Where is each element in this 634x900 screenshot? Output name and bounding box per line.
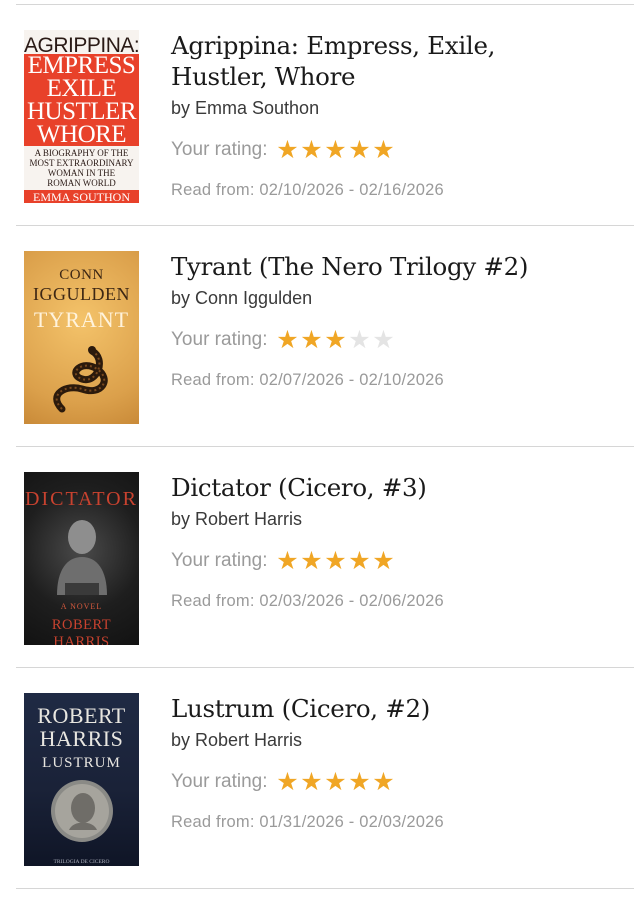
star-filled-icon[interactable]: ★ <box>275 769 299 795</box>
read-dates: Read from: 02/10/2026 - 02/16/2026 <box>171 181 444 199</box>
cover-author-first: CONN <box>59 267 104 283</box>
book-info: Agrippina: Empress, Exile, Hustler, Whor… <box>171 30 621 200</box>
star-filled-icon[interactable]: ★ <box>275 548 299 574</box>
rating-label: Your rating: <box>171 771 268 792</box>
cover-author-last: HARRIS <box>39 726 124 751</box>
star-filled-icon[interactable]: ★ <box>275 327 299 353</box>
bust-icon <box>24 515 139 600</box>
cover-subtitle: A BIOGRAPHY OF THE MOST EXTRAORDINARY WO… <box>24 146 139 190</box>
read-dates: Read from: 02/07/2026 - 02/10/2026 <box>171 371 444 389</box>
read-dates: Read from: 01/31/2026 - 02/03/2026 <box>171 813 444 831</box>
rating-row: Your rating: ★★★★★ <box>171 547 621 575</box>
book-cover-tyrant[interactable]: CONN IGGULDEN TYRANT <box>24 251 139 424</box>
cover-line: EMPRESS <box>27 52 136 79</box>
book-info: Tyrant (The Nero Trilogy #2) by Conn Igg… <box>171 251 621 390</box>
read-dates: Read from: 02/03/2026 - 02/06/2026 <box>171 592 444 610</box>
star-filled-icon[interactable]: ★ <box>299 769 323 795</box>
book-info: Lustrum (Cicero, #2) by Robert Harris Yo… <box>171 693 621 832</box>
book-title-line: Lustrum (Cicero, #2) <box>171 694 431 723</box>
book-title[interactable]: Dictator (Cicero, #3) <box>171 472 621 503</box>
cover-title: TYRANT <box>33 307 130 332</box>
cover-line: HUSTLER <box>27 98 137 125</box>
book-row[interactable]: CONN IGGULDEN TYRANT Tyrant (The Nero Tr… <box>0 226 634 447</box>
book-info: Dictator (Cicero, #3) by Robert Harris Y… <box>171 472 621 611</box>
star-rating[interactable]: ★★★★★ <box>275 327 395 353</box>
star-filled-icon[interactable]: ★ <box>347 137 371 163</box>
cover-author: ROBERT HARRIS <box>51 617 112 645</box>
star-empty-icon[interactable]: ★ <box>347 327 371 353</box>
book-title[interactable]: Tyrant (The Nero Trilogy #2) <box>171 251 621 282</box>
cover-title: LUSTRUM <box>42 755 121 771</box>
star-filled-icon[interactable]: ★ <box>323 769 347 795</box>
star-filled-icon[interactable]: ★ <box>323 137 347 163</box>
cover-subtitle-line: ROMAN WORLD <box>47 178 116 188</box>
cover-author-last: IGGULDEN <box>33 284 130 304</box>
book-cover-lustrum[interactable]: ROBERT HARRIS LUSTRUM TRILOGIA DE CICERO <box>24 693 139 866</box>
star-rating[interactable]: ★★★★★ <box>275 548 395 574</box>
rating-row: Your rating: ★★★★★ <box>171 326 621 354</box>
star-filled-icon[interactable]: ★ <box>371 548 395 574</box>
rating-label: Your rating: <box>171 139 268 160</box>
book-title-line: Tyrant (The Nero Trilogy #2) <box>171 252 529 281</box>
book-row[interactable]: ROBERT HARRIS LUSTRUM TRILOGIA DE CICERO… <box>0 668 634 889</box>
snake-icon <box>24 339 139 424</box>
book-row[interactable]: DICTATOR A NOVEL ROBERT HARRIS Dictator … <box>0 447 634 668</box>
cover-subtitle-line: WOMAN IN THE <box>47 168 116 178</box>
book-author[interactable]: by Robert Harris <box>171 507 621 531</box>
rating-row: Your rating: ★★★★★ <box>171 136 621 164</box>
rating-row: Your rating: ★★★★★ <box>171 768 621 796</box>
star-filled-icon[interactable]: ★ <box>299 137 323 163</box>
star-rating[interactable]: ★★★★★ <box>275 769 395 795</box>
cover-series: TRILOGIA DE CICERO <box>53 859 110 865</box>
cover-line: EXILE <box>46 75 117 102</box>
cover-line: WHORE <box>36 121 127 148</box>
coin-icon <box>24 778 139 849</box>
cover-title-top: AGRIPPINA: <box>24 30 139 56</box>
star-filled-icon[interactable]: ★ <box>347 769 371 795</box>
book-title[interactable]: Agrippina: Empress, Exile, Hustler, Whor… <box>171 30 621 92</box>
star-filled-icon[interactable]: ★ <box>371 769 395 795</box>
cover-subtitle-line: A BIOGRAPHY OF THE <box>34 148 129 158</box>
book-cover-dictator[interactable]: DICTATOR A NOVEL ROBERT HARRIS <box>24 472 139 645</box>
star-filled-icon[interactable]: ★ <box>299 548 323 574</box>
star-empty-icon[interactable]: ★ <box>371 327 395 353</box>
cover-author: EMMA SOUTHON <box>32 190 130 203</box>
cover-subtitle-line: MOST EXTRAORDINARY <box>29 158 134 168</box>
book-title[interactable]: Lustrum (Cicero, #2) <box>171 693 621 724</box>
cover-title: DICTATOR <box>25 488 138 510</box>
row-divider <box>16 888 634 889</box>
book-cover-agrippina[interactable]: AGRIPPINA: EMPRESS EXILE HUSTLER WHORE A… <box>24 30 139 203</box>
book-author[interactable]: by Emma Southon <box>171 96 621 120</box>
rating-label: Your rating: <box>171 329 268 350</box>
book-row[interactable]: AGRIPPINA: EMPRESS EXILE HUSTLER WHORE A… <box>0 5 634 226</box>
star-filled-icon[interactable]: ★ <box>347 548 371 574</box>
book-title-line: Agrippina: Empress, Exile, <box>171 31 496 60</box>
book-list: AGRIPPINA: EMPRESS EXILE HUSTLER WHORE A… <box>0 5 634 889</box>
star-rating[interactable]: ★★★★★ <box>275 137 395 163</box>
star-filled-icon[interactable]: ★ <box>323 548 347 574</box>
star-filled-icon[interactable]: ★ <box>299 327 323 353</box>
book-author[interactable]: by Robert Harris <box>171 728 621 752</box>
star-filled-icon[interactable]: ★ <box>371 137 395 163</box>
cover-author-first: ROBERT <box>37 703 126 728</box>
book-title-line: Hustler, Whore <box>171 62 356 91</box>
book-title-line: Dictator (Cicero, #3) <box>171 473 427 502</box>
star-filled-icon[interactable]: ★ <box>275 137 299 163</box>
cover-tagline: A NOVEL <box>60 602 103 611</box>
rating-label: Your rating: <box>171 550 268 571</box>
star-filled-icon[interactable]: ★ <box>323 327 347 353</box>
book-author[interactable]: by Conn Iggulden <box>171 286 621 310</box>
